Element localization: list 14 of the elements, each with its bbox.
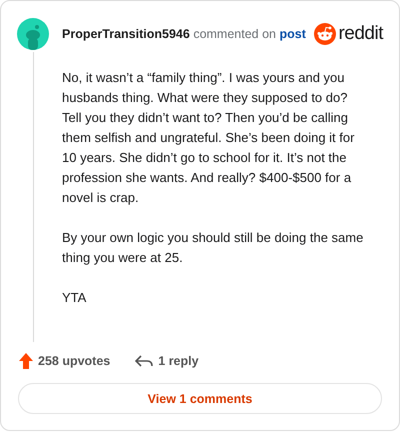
upvote-icon[interactable] (19, 353, 33, 369)
username[interactable]: ProperTransition5946 (62, 27, 190, 41)
avatar-icon (17, 18, 49, 50)
reply-icon[interactable] (135, 354, 154, 368)
brand-name: reddit (338, 23, 383, 45)
comment-paragraph: YTA (62, 289, 88, 307)
comment-paragraph: By your own logic you should still be doing the same thing you were at 25. (62, 229, 364, 267)
post-link[interactable]: post (279, 27, 306, 41)
reddit-logo-icon (314, 23, 336, 45)
action-text: commented on (193, 27, 276, 41)
upvote-count: 258 upvotes (38, 354, 110, 368)
comment-paragraph: No, it wasn’t a “family thing”. I was yours and you husbands thing. What were they supposed to do? Tell you they didn’t want to? Then you’d be calling them selfish and ungrateful. She’s been doing it for 10 years. She didn’t go to school for it. It’s not the profession she wants. And really? $400-$500 for a novel is crap. (62, 69, 356, 207)
view-comments-button[interactable]: View 1 comments (18, 383, 382, 414)
reply-count: 1 reply (158, 354, 199, 368)
